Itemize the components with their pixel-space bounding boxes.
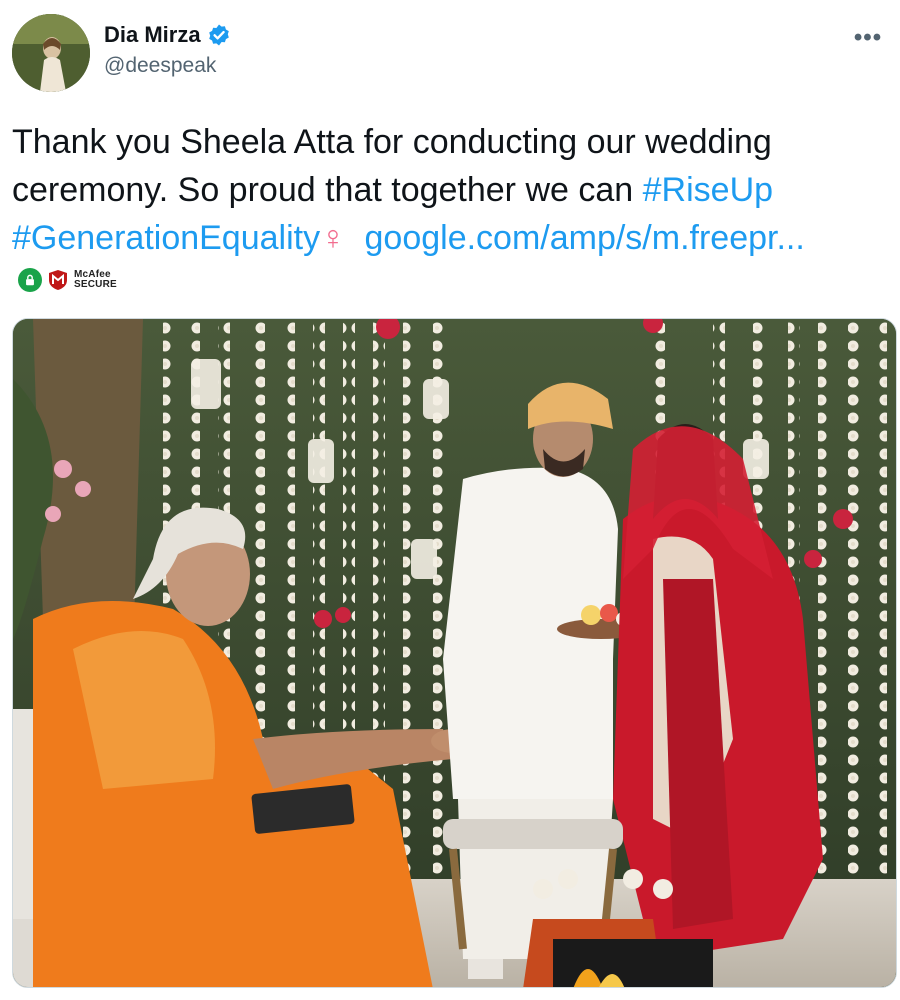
mcafee-secure-badge[interactable]: McAfee SECURE [18,268,117,292]
name-row: Dia Mirza [104,22,231,48]
lock-icon [18,268,42,292]
verified-badge-icon [207,23,231,47]
author-display-name[interactable]: Dia Mirza [104,22,201,48]
mcafee-secure-text: SECURE [74,279,117,290]
more-options-button[interactable]: ••• [848,24,888,52]
tweet-text: Thank you Sheela Atta for conducting our… [12,118,892,262]
mcafee-shield-icon [48,269,68,291]
external-link[interactable]: google.com/amp/s/m.freepr... [365,219,805,257]
avatar-image [12,14,90,92]
author-avatar[interactable] [12,14,90,92]
tweet-photo[interactable] [12,318,897,988]
more-icon: ••• [853,24,883,51]
wedding-photo-image [13,319,896,987]
author-info: Dia Mirza @deespeak [104,22,231,78]
mcafee-label: McAfee SECURE [74,270,117,290]
author-handle[interactable]: @deespeak [104,54,231,78]
hashtag-generationequality-link[interactable]: #GenerationEquality [12,219,320,257]
hashtag-riseup-link[interactable]: #RiseUp [643,171,773,209]
female-sign-emoji: ♀ [320,219,346,257]
tweet-card: Dia Mirza @deespeak ••• Thank you Sheela… [0,0,900,1000]
